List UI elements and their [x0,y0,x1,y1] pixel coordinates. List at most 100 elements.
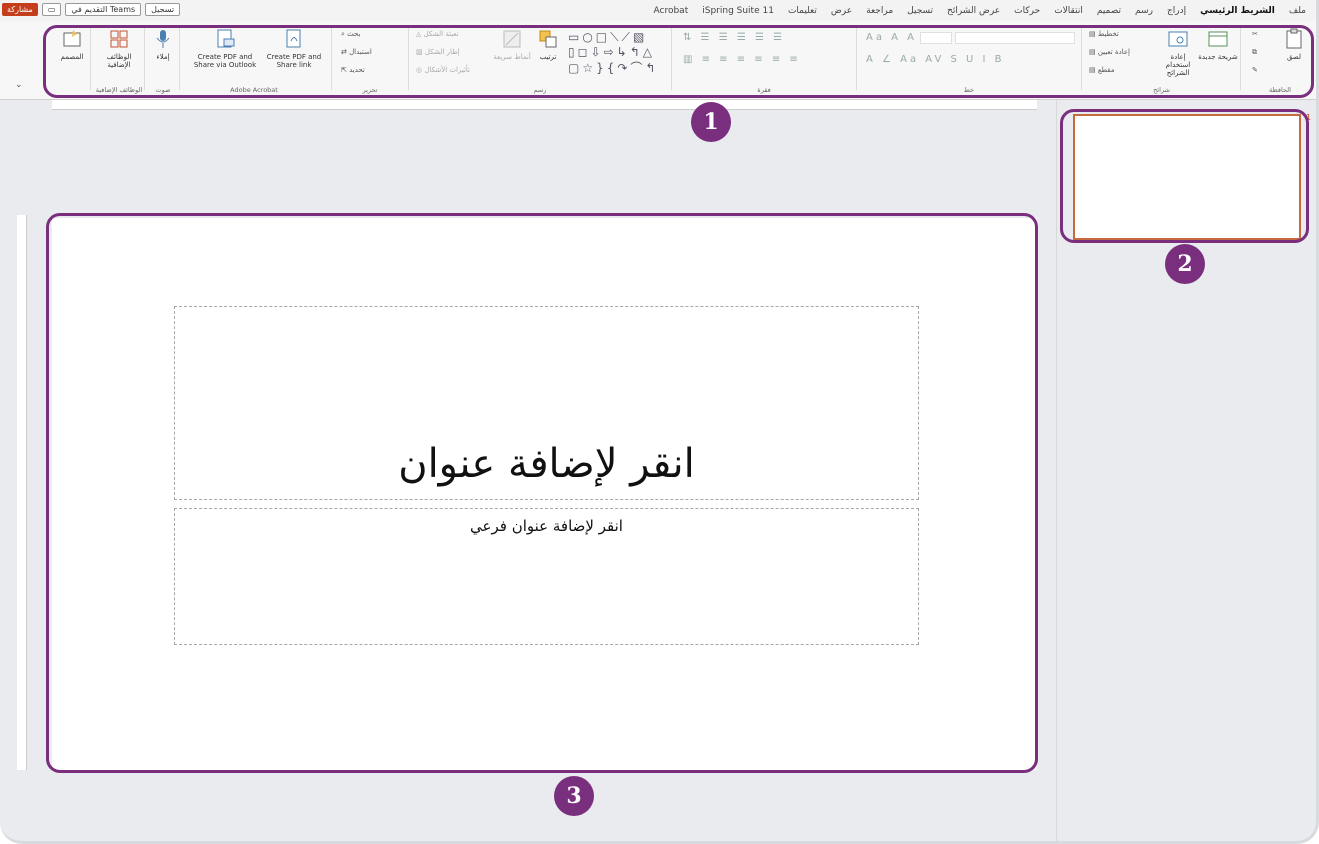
shape-fill-icon: ◬ [416,30,424,38]
select-icon: ⇱ [341,66,350,74]
group-separator [671,28,672,90]
ribbon: لصق ✂ ⧉ ✎ الحافظة شريحة جديدة إعادة استخ… [0,22,1316,100]
record-button[interactable]: تسجيل [145,3,181,16]
arrange-icon [539,30,557,48]
tab-slideshow[interactable]: عرض الشرائح [940,6,1007,16]
group-separator [1081,28,1082,90]
create-pdf-share-outlook-button[interactable]: Create PDF and Share via Outlook [189,28,261,69]
shape-effects-button[interactable]: ◎ تأثيرات الأشكال [416,66,470,74]
slide-number: 1 [1306,113,1312,122]
tab-ispring[interactable]: iSpring Suite 11 [695,6,781,16]
shape-outline-button[interactable]: ▨ إطار الشكل [416,48,460,56]
copy-icon[interactable]: ⧉ [1252,48,1257,57]
font-name-input[interactable] [955,32,1075,44]
share-button[interactable]: مشاركة [2,3,38,16]
title-placeholder-text: انقر لإضافة عنوان [398,441,695,487]
pdf-link-icon [286,29,301,48]
slide-thumbnail[interactable] [1073,114,1301,240]
reset-icon: ▤ [1089,48,1098,56]
group-label-font: خط [963,86,975,94]
group-label-adobe: Adobe Acrobat [230,86,278,94]
shape-outline-icon: ▨ [416,48,425,56]
tab-design[interactable]: تصميم [1090,6,1128,16]
format-painter-icon[interactable]: ✎ [1252,66,1258,74]
group-label-editing: تحرير [362,86,378,94]
list-buttons[interactable]: ⇅ ☰ ☰ ☰ ☰ ☰ [683,32,785,43]
tab-record[interactable]: تسجيل [900,6,940,16]
font-size-input[interactable] [920,32,952,44]
shape-fill-button[interactable]: ◬ تعبئة الشكل [416,30,459,38]
quick-styles-icon [503,30,521,48]
group-drawing: ▭○□⟍⟋▧ ▯◻⇩⇨↳↰△ ▢☆}{↷⌒↰ ترتيب أنماط سريعة ◬… [412,24,668,96]
group-label-clipboard: الحافظة [1269,86,1291,94]
find-button[interactable]: ⌕ بحث [341,30,361,39]
dictate-button[interactable]: إملاء [143,28,183,61]
group-separator [1240,28,1241,90]
ribbon-collapse-icon[interactable]: ⌄ [15,80,23,90]
font-format-buttons[interactable]: A ∠ Aa AV S U I B [866,54,1005,65]
group-editing: ⌕ بحث ⇄ استبدال ⇱ تحديد تحرير [335,24,405,96]
group-label-addins: الوظائف الإضافية [95,86,143,94]
reset-button[interactable]: ▤ إعادة تعيين [1089,48,1130,56]
paste-icon [1286,28,1302,49]
powerpoint-window: ملف الشريط الرئيسي إدراج رسم تصميم انتقا… [0,0,1319,844]
group-separator [331,28,332,90]
microphone-icon [156,30,170,48]
group-label-paragraph: فقرة [757,86,771,94]
paste-button[interactable]: لصق [1274,28,1314,61]
replace-icon: ⇄ [341,48,350,56]
tab-acrobat[interactable]: Acrobat [647,6,696,16]
tab-file[interactable]: ملف [1282,6,1313,16]
callout-badge-1: 1 [691,102,731,142]
new-slide-button[interactable]: شريحة جديدة [1198,28,1238,61]
reuse-slides-button[interactable]: إعادة استخدام الشرائح [1158,28,1198,77]
slide-thumbnails-pane: 1 [1056,100,1316,841]
create-pdf-share-link-button[interactable]: Create PDF and Share link [263,28,325,69]
title-placeholder[interactable]: انقر لإضافة عنوان [174,306,919,500]
group-clipboard: لصق ✂ ⧉ ✎ الحافظة [1244,24,1316,96]
group-separator [408,28,409,90]
layout-button[interactable]: ▤ تخطيط [1089,30,1119,38]
designer-button[interactable]: المصمم [52,28,92,61]
subtitle-placeholder-text: انقر لإضافة عنوان فرعي [470,517,623,535]
subtitle-placeholder[interactable]: انقر لإضافة عنوان فرعي [174,508,919,645]
tab-draw[interactable]: رسم [1128,6,1160,16]
group-label-voice: صوت [155,86,171,94]
font-size-buttons[interactable]: Aa A A [866,32,917,43]
align-buttons[interactable]: ▥ ≡ ≡ ≡ ≡ ≡ ≡ [683,54,801,65]
group-adobe-acrobat: Create PDF and Share link Create PDF and… [183,24,325,96]
group-addins: الوظائف الإضافية الوظائف الإضافية [94,24,144,96]
present-teams-button[interactable]: التقديم في Teams [65,3,142,16]
tab-insert[interactable]: إدراج [1160,6,1193,16]
tab-view[interactable]: عرض [824,6,859,16]
tab-transitions[interactable]: انتقالات [1047,6,1090,16]
cut-icon[interactable]: ✂ [1252,30,1258,38]
section-button[interactable]: ▤ مقطع [1089,66,1115,74]
group-slides: شريحة جديدة إعادة استخدام الشرائح ▤ تخطي… [1085,24,1238,96]
replace-button[interactable]: ⇄ استبدال [341,48,372,56]
pdf-outlook-icon [217,29,235,48]
layout-icon: ▤ [1089,30,1098,38]
designer-icon [63,30,81,47]
vertical-ruler [17,215,27,770]
tab-animations[interactable]: حركات [1007,6,1047,16]
callout-badge-3: 3 [554,776,594,816]
shapes-gallery[interactable]: ▭○□⟍⟋▧ ▯◻⇩⇨↳↰△ ▢☆}{↷⌒↰ [568,30,658,76]
addins-button[interactable]: الوظائف الإضافية [99,28,139,69]
menu-left-controls: مشاركة ▭ التقديم في Teams تسجيل [2,3,181,16]
group-paragraph: ⇅ ☰ ☰ ☰ ☰ ☰ ▥ ≡ ≡ ≡ ≡ ≡ ≡ فقرة [675,24,853,96]
slide-canvas[interactable]: انقر لإضافة عنوان انقر لإضافة عنوان فرعي [52,218,1037,770]
quick-styles-button[interactable]: أنماط سريعة [492,28,532,61]
arrange-button[interactable]: ترتيب [528,28,568,61]
group-separator [144,28,145,90]
select-button[interactable]: ⇱ تحديد [341,66,365,74]
tab-home[interactable]: الشريط الرئيسي [1193,6,1282,16]
horizontal-ruler [52,100,1037,110]
tab-help[interactable]: تعليمات [781,6,824,16]
tab-review[interactable]: مراجعة [859,6,900,16]
group-designer: المصمم [52,24,90,96]
reuse-slides-icon [1168,31,1188,47]
comments-icon[interactable]: ▭ [41,3,62,16]
group-label-slides: شرائح [1153,86,1170,94]
group-separator [856,28,857,90]
